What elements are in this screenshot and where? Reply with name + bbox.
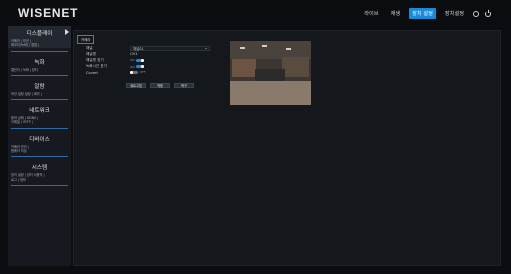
power-icon[interactable]: [485, 10, 491, 17]
sidebar: 디스플레이 카메라 | 모션 | 레코더(녹화) | 팝업 | 녹화 캘린더 |…: [8, 26, 71, 266]
divider: [11, 185, 68, 186]
sidebar-section-system[interactable]: 시스템 장치 설정 | 장치 사용자 | 로그 | 정보: [8, 160, 71, 182]
preview-shelf: [232, 59, 256, 77]
sidebar-record-title: 녹화: [34, 59, 45, 66]
sidebar-display-title: 디스플레이: [26, 31, 53, 37]
divider: [11, 127, 68, 129]
sidebar-section-device[interactable]: 디바이스 카메라 관리 | 펌웨어 저장: [8, 132, 71, 154]
covert-label: Covert: [86, 70, 98, 75]
refresh-button[interactable]: 새로고침: [126, 83, 146, 89]
tab-camera[interactable]: 카메라: [77, 35, 95, 44]
form-row-channel: 채널 채널01: [86, 45, 216, 51]
sidebar-system-sub-2[interactable]: 로그 | 정보: [8, 178, 71, 182]
sidebar-alarm-title: 알람: [34, 83, 45, 90]
nav-device-setup[interactable]: 장치 설정: [409, 8, 436, 19]
sidebar-collapse-arrow-icon[interactable]: [65, 29, 69, 35]
restore-button[interactable]: 복구: [174, 83, 194, 89]
channel-name-field[interactable]: CH1: [130, 52, 216, 56]
form-actions: 새로고침 적용 복구: [126, 83, 194, 89]
covert-toggle[interactable]: [130, 70, 138, 75]
preview-floor: [230, 81, 311, 105]
show-record-time-label: 녹화시간 표기: [86, 64, 107, 69]
sidebar-display-sub-2[interactable]: 레코더(녹화) | 팝업 |: [8, 43, 71, 47]
top-bar: WISENET 라이브 재생 장치 설정 장치설정: [0, 0, 511, 25]
sidebar-network-title: 네트워크: [29, 108, 50, 115]
nav-live[interactable]: 라이브: [361, 8, 381, 19]
show-record-time-toggle[interactable]: [136, 64, 145, 69]
brand-logo: WISENET: [18, 6, 79, 20]
sidebar-section-network[interactable]: 네트워크 동작 상태 | DDNS | 이메일 | IP/TP |: [8, 103, 71, 125]
form-row-covert: Covert OFF: [86, 70, 216, 76]
divider: [11, 99, 68, 101]
nav-playback[interactable]: 재생: [388, 8, 404, 19]
show-channel-name-toggle[interactable]: [136, 58, 145, 63]
preview-light: [240, 47, 245, 49]
covert-state: OFF: [139, 70, 146, 75]
channel-select[interactable]: 채널01: [130, 45, 210, 51]
main-content: 카메라 채널 채널01 채널명 CH1 채널명 표기 ON 녹화시간 표기 ON…: [73, 30, 501, 266]
chevron-down-icon: [205, 47, 207, 49]
sidebar-section-alarm[interactable]: 알람 모션 설정 설정 | 제어 |: [8, 79, 71, 96]
sidebar-alarm-sub-1[interactable]: 모션 설정 설정 | 제어 |: [8, 92, 71, 96]
sidebar-system-title: 시스템: [31, 165, 48, 172]
camera-preview-image: [230, 41, 311, 105]
channel-name-label: 채널명: [86, 51, 96, 56]
sidebar-section-record[interactable]: 녹화 캘린더 | 녹화 | 장치: [8, 55, 71, 72]
top-navigation: 라이브 재생 장치 설정 장치설정: [361, 8, 491, 19]
divider: [11, 75, 68, 76]
divider: [11, 156, 68, 158]
preview-shelf: [282, 57, 309, 77]
sidebar-network-sub-2[interactable]: 이메일 | IP/TP |: [8, 120, 71, 124]
camera-settings-form: 채널 채널01 채널명 CH1 채널명 표기 ON 녹화시간 표기 ON Cov…: [86, 45, 216, 76]
nav-settings[interactable]: 장치설정: [442, 8, 467, 19]
sidebar-record-sub-1[interactable]: 캘린더 | 녹화 | 장치: [8, 68, 71, 72]
sidebar-device-sub-2[interactable]: 펌웨어 저장: [8, 149, 71, 153]
apply-button[interactable]: 적용: [150, 83, 170, 89]
divider: [11, 50, 68, 52]
channel-label: 채널: [86, 45, 93, 50]
preview-counter: [255, 69, 285, 81]
show-record-time-state: ON: [130, 64, 135, 69]
help-icon[interactable]: [473, 10, 479, 17]
channel-select-value: 채널01: [133, 46, 144, 51]
preview-light: [262, 45, 267, 47]
sidebar-device-title: 디바이스: [29, 136, 50, 143]
show-channel-name-state: ON: [130, 58, 135, 63]
sidebar-section-display[interactable]: 디스플레이 카메라 | 모션 | 레코더(녹화) | 팝업 |: [8, 26, 71, 48]
show-channel-name-label: 채널명 표기: [86, 57, 104, 62]
preview-light: [286, 48, 291, 50]
